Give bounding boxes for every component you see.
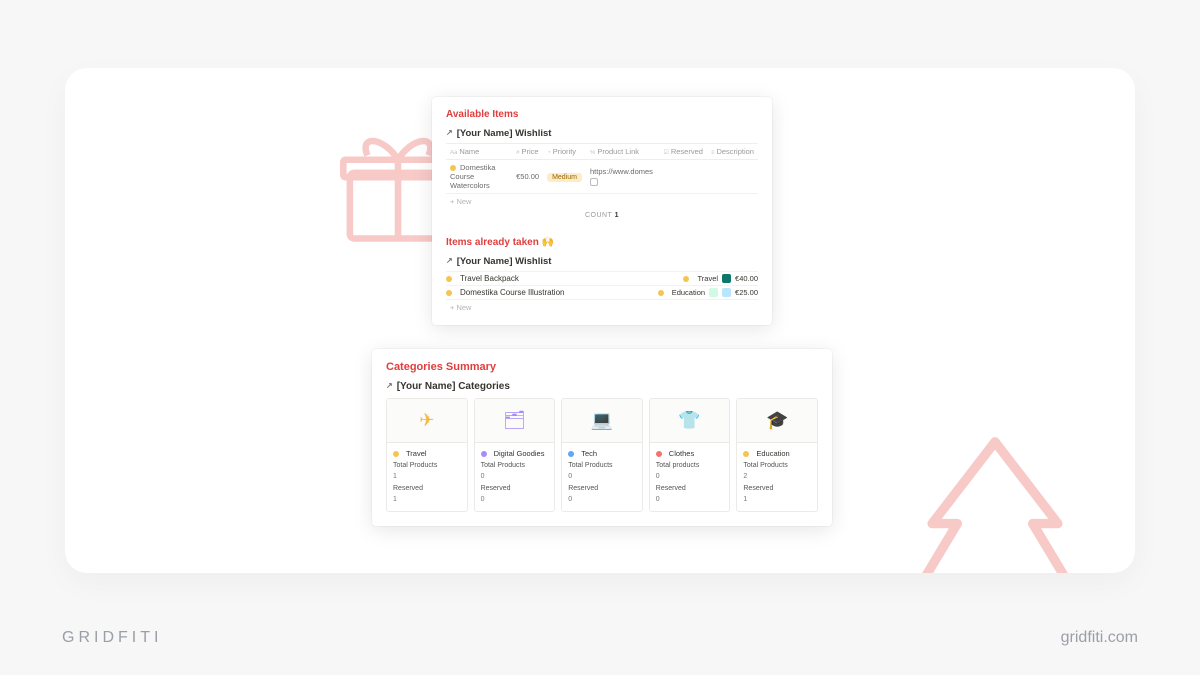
reserved-label: Reserved (656, 484, 724, 495)
categories-panel: Categories Summary ↗ [Your Name] Categor… (372, 349, 832, 526)
linked-db-icon: ↗ (386, 381, 393, 390)
list-item[interactable]: Travel Backpack Travel €40.00 (446, 271, 758, 285)
dot-icon (743, 451, 749, 457)
col-name[interactable]: AaName (446, 144, 512, 160)
col-reserved[interactable]: ☑Reserved (659, 144, 707, 160)
category-card[interactable]: 💻TechTotal Products0Reserved0 (561, 398, 643, 512)
col-description[interactable]: ≡Description (707, 144, 758, 160)
dot-icon (393, 451, 399, 457)
dot-icon (481, 451, 487, 457)
reserved-label: Reserved (743, 484, 811, 495)
table-row[interactable]: Domestika Course Watercolors €50.00 Medi… (446, 160, 758, 194)
categories-name: [Your Name] Categories (397, 381, 510, 392)
wishlist-name: [Your Name] Wishlist (457, 128, 552, 139)
linked-db-icon: ↗ (446, 128, 453, 137)
category-icon: 🗂 (475, 399, 555, 443)
linked-db-icon: ↗ (446, 256, 453, 265)
categories-subtitle[interactable]: ↗ [Your Name] Categories (386, 381, 818, 392)
thumb-icon (722, 274, 731, 283)
reserved-value: 1 (743, 495, 811, 506)
taken-items-list: Travel Backpack Travel €40.00 Domestika … (446, 271, 758, 315)
priority-tag: Medium (547, 173, 582, 182)
wishlist-subtitle-taken[interactable]: ↗ [Your Name] Wishlist (446, 256, 758, 267)
open-link-icon[interactable] (590, 178, 598, 186)
category-icon: ✈ (387, 399, 467, 443)
total-products-value: 1 (393, 472, 461, 483)
category-name: Clothes (656, 448, 724, 459)
brand-logo: GRIDFITI (62, 629, 162, 647)
col-priority[interactable]: ◔Priority (543, 144, 586, 160)
category-cards: ✈TravelTotal Products1Reserved1🗂Digital … (386, 398, 818, 512)
thumb-icon (709, 288, 718, 297)
col-price[interactable]: #Price (512, 144, 543, 160)
total-products-label: Total Products (481, 461, 549, 472)
category-card[interactable]: 🎓 Education Total Products2Reserved1 (736, 398, 818, 512)
category-icon: 💻 (562, 399, 642, 443)
total-products-label: Total products (656, 461, 724, 472)
wishlist-panel: Available Items ↗ [Your Name] Wishlist A… (432, 97, 772, 325)
footer: GRIDFITI gridfiti.com (62, 629, 1138, 647)
dot-icon (656, 451, 662, 457)
wishlist-name: [Your Name] Wishlist (457, 256, 552, 267)
category-name: Education (743, 448, 811, 459)
total-products-value: 0 (656, 472, 724, 483)
category-card[interactable]: ✈TravelTotal Products1Reserved1 (386, 398, 468, 512)
category-name: Travel (393, 448, 461, 459)
reserved-value: 1 (393, 495, 461, 506)
category-icon: 👕 (650, 399, 730, 443)
dot-icon (446, 276, 452, 282)
category-name: Digital Goodies (481, 448, 549, 459)
list-item[interactable]: Domestika Course Illustration Education … (446, 285, 758, 299)
categories-title: Categories Summary (386, 361, 818, 373)
dot-icon (658, 290, 664, 296)
available-items-title: Available Items (446, 109, 758, 120)
site-link[interactable]: gridfiti.com (1061, 629, 1138, 647)
dot-icon (446, 290, 452, 296)
tree-icon (900, 423, 1090, 573)
category-icon: 🎓 (737, 399, 817, 443)
total-products-label: Total Products (393, 461, 461, 472)
count-summary: COUNT 1 (446, 209, 758, 219)
new-row-button[interactable]: + New (446, 299, 758, 315)
category-card[interactable]: 👕ClothesTotal products0Reserved0 (649, 398, 731, 512)
total-products-label: Total Products (568, 461, 636, 472)
reserved-value: 0 (568, 495, 636, 506)
thumb-icon (722, 288, 731, 297)
dot-icon (683, 276, 689, 282)
total-products-value: 0 (568, 472, 636, 483)
template-preview-frame: Available Items ↗ [Your Name] Wishlist A… (65, 68, 1135, 573)
reserved-label: Reserved (393, 484, 461, 495)
available-items-table: AaName #Price ◔Priority %Product Link ☑R… (446, 143, 758, 194)
taken-items-title: Items already taken 🙌 (446, 237, 758, 248)
dot-icon (450, 165, 456, 171)
reserved-label: Reserved (481, 484, 549, 495)
dot-icon (568, 451, 574, 457)
reserved-label: Reserved (568, 484, 636, 495)
total-products-label: Total Products (743, 461, 811, 472)
reserved-value: 0 (481, 495, 549, 506)
total-products-value: 2 (743, 472, 811, 483)
reserved-value: 0 (656, 495, 724, 506)
category-name: Tech (568, 448, 636, 459)
col-link[interactable]: %Product Link (586, 144, 659, 160)
category-card[interactable]: 🗂Digital GoodiesTotal Products0Reserved0 (474, 398, 556, 512)
new-row-button[interactable]: + New (446, 194, 758, 209)
total-products-value: 0 (481, 472, 549, 483)
wishlist-subtitle[interactable]: ↗ [Your Name] Wishlist (446, 128, 758, 139)
